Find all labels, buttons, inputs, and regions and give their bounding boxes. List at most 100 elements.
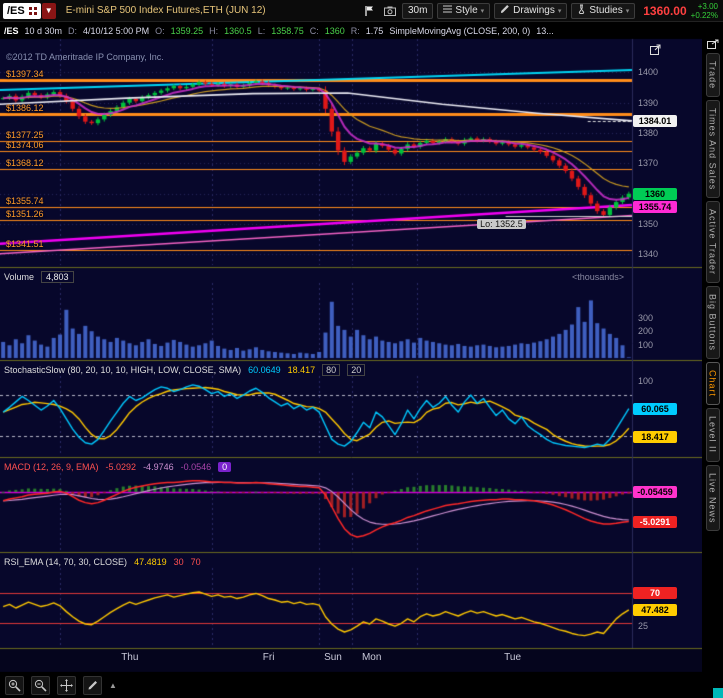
style-label: Style <box>455 5 478 16</box>
chart-canvas[interactable] <box>0 0 723 698</box>
stochastic-overbought: 80 <box>322 363 341 376</box>
volume-value: 4,803 <box>41 270 74 283</box>
price-level-label: $1368.12 <box>6 158 44 169</box>
price-level-label: $1355.74 <box>6 195 44 206</box>
axis-badge: 47.482 <box>633 603 677 616</box>
symbol-dropdown-button[interactable]: ▼ <box>41 2 56 19</box>
strip-low-label: L: <box>257 26 266 36</box>
symbol-grid-icon[interactable] <box>28 2 37 20</box>
macd-title: MACD (12, 26, 9, EMA) <box>4 461 99 472</box>
last-price: 1360.00 <box>643 3 687 18</box>
sidebar-tab-times-and-sales[interactable]: Times And Sales <box>705 100 720 199</box>
stochastic-header[interactable]: StochasticSlow (80, 20, 10, 10, HIGH, LO… <box>0 362 632 377</box>
strip-symbol: /ES <box>4 26 19 36</box>
strip-open: 1359.25 <box>170 26 204 36</box>
strip-date-label: D: <box>68 26 78 36</box>
time-axis-label: Fri <box>262 652 275 663</box>
studies-label: Studies <box>589 5 623 16</box>
low-marker: Lo: 1352.5 <box>477 219 526 230</box>
strip-open-label: O: <box>155 26 165 36</box>
timeframe-label: 30m <box>407 5 428 16</box>
symbol-widget: /ES ▼ <box>3 2 56 20</box>
bottom-toolbar: ▲ <box>0 672 702 698</box>
volume-label: Volume <box>4 271 35 282</box>
axis-tick: 300 <box>638 312 654 323</box>
thinkorswim-chart-window: /ES ▼ E-mini S&P 500 Index Futures,ETH (… <box>0 0 723 698</box>
pan-icon[interactable] <box>57 675 76 695</box>
price-level-label: $1397.34 <box>6 69 44 80</box>
strip-rangeval: 1.75 <box>365 26 384 36</box>
resize-grip[interactable] <box>713 688 723 698</box>
strip-rangeval-label: R: <box>350 26 360 36</box>
axis-tick: 100 <box>638 376 654 387</box>
copyright: ©2012 TD Ameritrade IP Company, Inc. <box>6 52 164 62</box>
camera-icon[interactable] <box>382 3 398 19</box>
axis-tick: 1390 <box>638 97 659 108</box>
axis-badge: 1384.01 <box>633 114 677 127</box>
price-level-label: $1374.06 <box>6 140 44 151</box>
draw-icon[interactable] <box>83 675 102 695</box>
rsi-header[interactable]: RSI_EMA (14, 70, 30, CLOSE) 47.4819 30 7… <box>0 554 632 569</box>
sidebar-tab-level-ii[interactable]: Level II <box>705 408 720 462</box>
axis-tick: 25 <box>638 621 649 632</box>
timeframe-button[interactable]: 30m <box>401 2 434 19</box>
expand-panel-icon[interactable] <box>650 42 661 60</box>
axis-badge: 1360 <box>633 187 677 200</box>
strip-low: 1358.75 <box>271 26 304 36</box>
strip-close: 1360 <box>324 26 345 36</box>
price-level-label: $1341.51 <box>6 238 44 249</box>
price-change-pct: +0.22% <box>690 10 718 20</box>
macd-signal-value: -4.9746 <box>143 461 174 472</box>
style-button[interactable]: Style ▾ <box>437 2 491 19</box>
sidebar-tab-big-buttons[interactable]: Big Buttons <box>705 286 720 360</box>
stochastic-title: StochasticSlow (80, 20, 10, 10, HIGH, LO… <box>4 364 242 375</box>
studies-icon <box>577 4 586 17</box>
chart-title: E-mini S&P 500 Index Futures,ETH (JUN 12… <box>65 5 266 16</box>
chart-toolbar: /ES ▼ E-mini S&P 500 Index Futures,ETH (… <box>0 0 723 22</box>
macd-diff-value: -0.0546 <box>180 461 212 472</box>
sidebar-tab-live-news[interactable]: Live News <box>705 464 720 532</box>
axis-tick: 200 <box>638 326 654 337</box>
studies-button[interactable]: Studies ▾ <box>571 2 636 19</box>
price-change: +3.00 <box>697 1 718 11</box>
drawings-label: Drawings <box>513 5 555 16</box>
sidebar-tabs: Trade Times And Sales Active Trader Big But… <box>702 34 723 698</box>
volume-header[interactable]: Volume 4,803 <thousands> <box>0 269 632 284</box>
axis-tick: 1370 <box>638 158 659 169</box>
stochastic-d-value: 18.417 <box>287 364 316 375</box>
macd-header[interactable]: MACD (12, 26, 9, EMA) -5.0292 -4.9746 -0… <box>0 459 632 474</box>
strip-study: SimpleMovingAvg (CLOSE, 200, 0) <box>389 26 531 36</box>
symbol-value: /ES <box>7 4 25 17</box>
time-axis-label: Thu <box>121 652 139 663</box>
axis-badge: 70 <box>633 587 677 600</box>
quote-cluster: 1360.00 +3.00 +0.22% <box>643 2 718 20</box>
axis-badge: -0.05459 <box>633 486 677 499</box>
rsi-overbought: 70 <box>190 556 201 567</box>
axis-tick: 1350 <box>638 219 659 230</box>
strip-close-label: C: <box>309 26 319 36</box>
price-level-label: $1386.12 <box>6 103 44 114</box>
sidebar-tab-trade[interactable]: Trade <box>705 53 720 98</box>
strip-date: 4/10/12 5:00 PM <box>83 26 150 36</box>
strip-study-value: 13... <box>536 26 554 36</box>
collapse-icon[interactable]: ▲ <box>109 681 117 690</box>
ohlc-strip: /ES 10 d 30m D: 4/10/12 5:00 PM O: 1359.… <box>0 23 634 39</box>
price-level-label: $1351.26 <box>6 209 44 220</box>
drawings-button[interactable]: Drawings ▾ <box>494 2 568 19</box>
symbol-input[interactable]: /ES <box>3 2 41 20</box>
sidebar-tab-active-trader[interactable]: Active Trader <box>705 201 720 284</box>
axis-badge: 1355.74 <box>633 200 677 213</box>
volume-unit: <thousands> <box>571 271 624 282</box>
strip-high: 1360.5 <box>224 26 252 36</box>
axis-tick: 100 <box>638 339 654 350</box>
zoom-in-icon[interactable] <box>5 675 24 695</box>
sidebar-tab-chart[interactable]: Chart <box>705 362 720 406</box>
time-axis-label: Mon <box>361 652 382 663</box>
rsi-oversold: 30 <box>173 556 184 567</box>
drawings-icon <box>500 4 510 17</box>
popout-icon[interactable] <box>706 36 719 49</box>
flag-icon[interactable] <box>362 3 378 19</box>
axis-tick: 1380 <box>638 128 659 139</box>
strip-range: 10 d 30m <box>24 26 63 36</box>
zoom-area-icon[interactable] <box>31 675 50 695</box>
